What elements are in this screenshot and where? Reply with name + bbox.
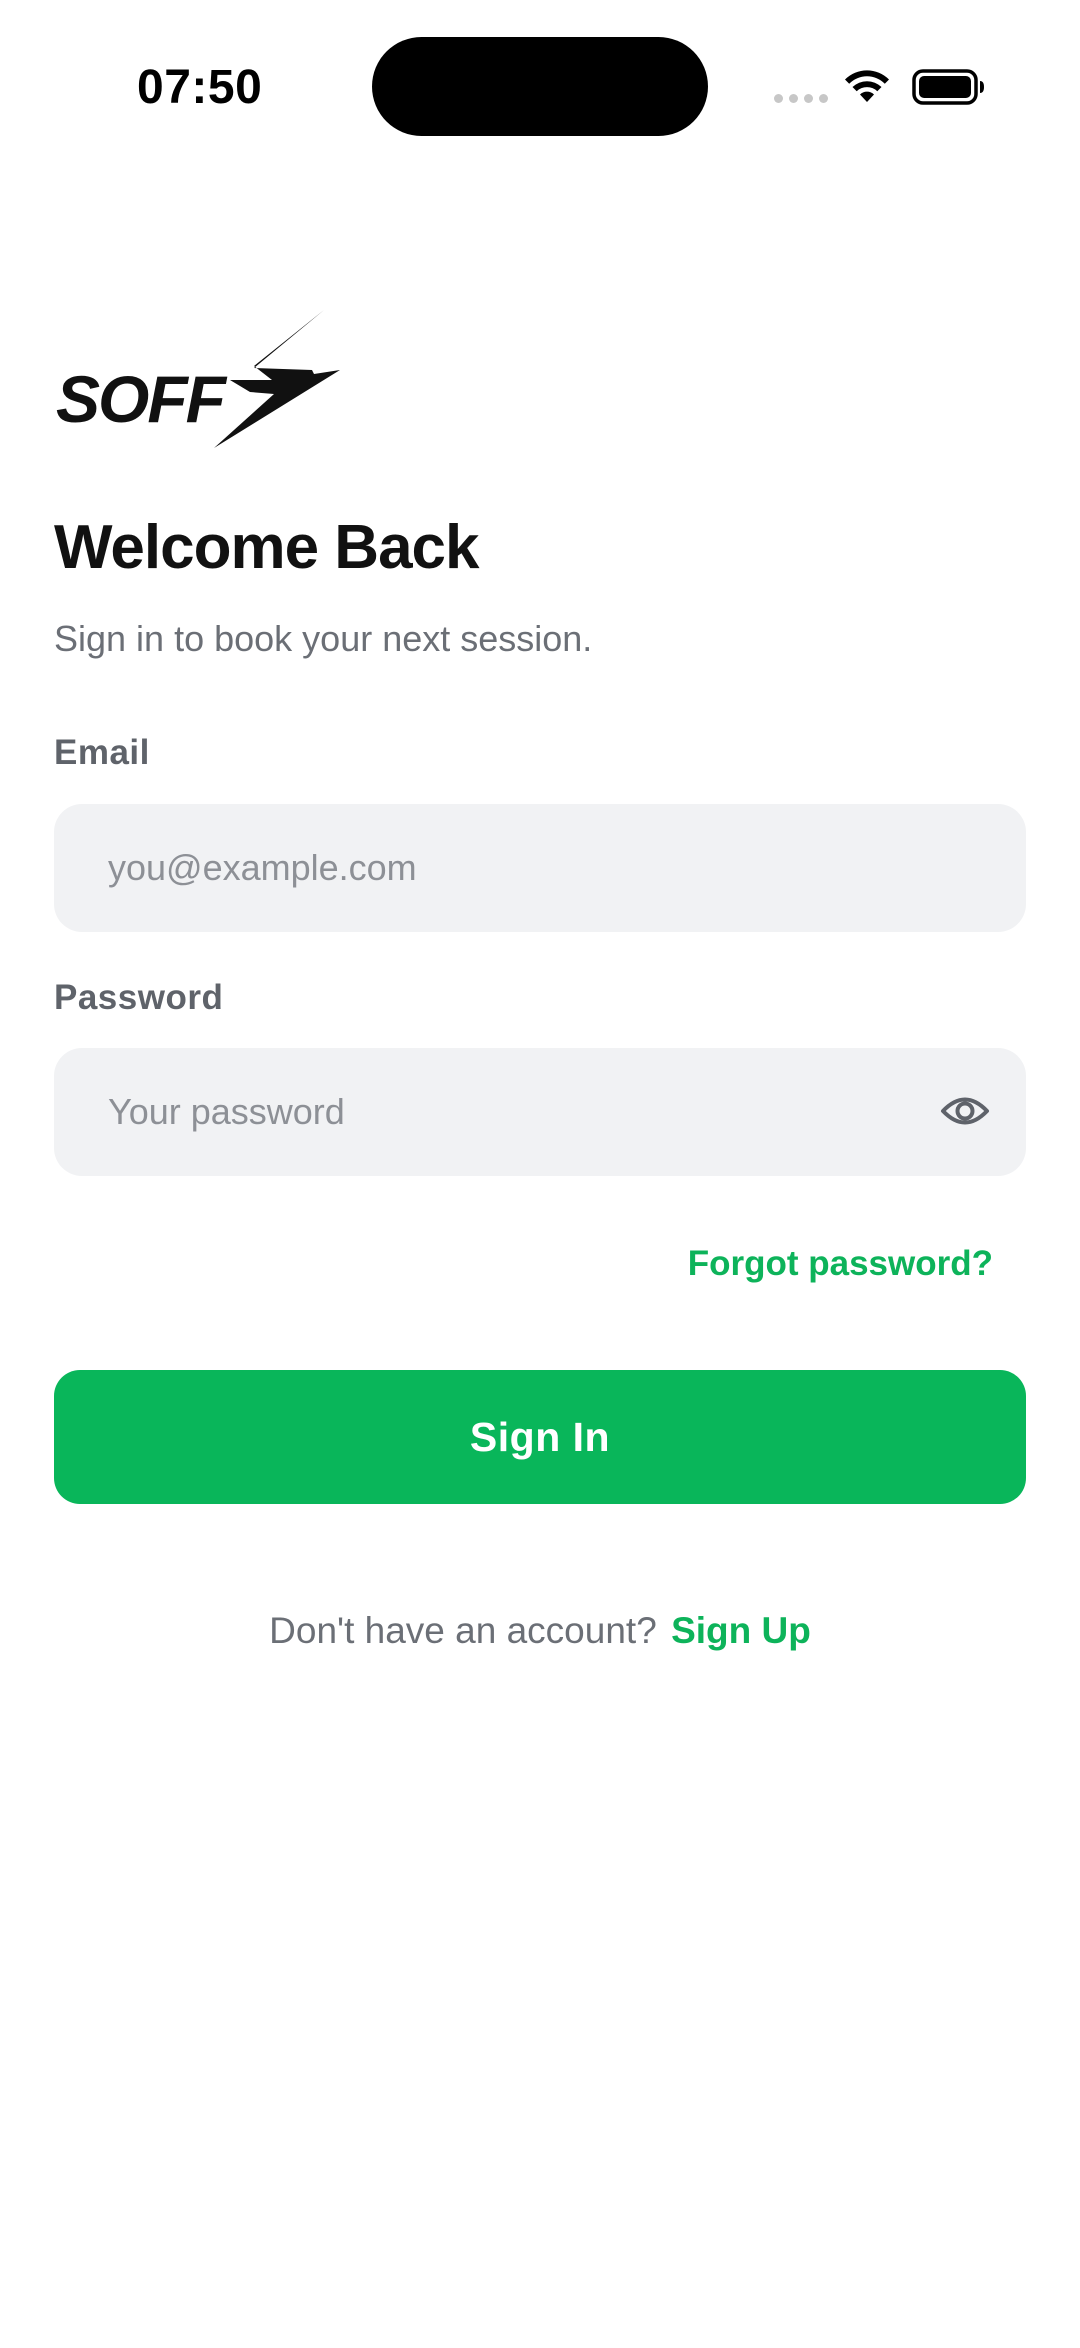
password-field-container[interactable] bbox=[54, 1048, 1026, 1176]
dynamic-island bbox=[372, 37, 708, 136]
password-label: Password bbox=[54, 978, 224, 1017]
eye-icon[interactable] bbox=[940, 1088, 990, 1134]
sign-up-link[interactable]: Sign Up bbox=[671, 1610, 811, 1651]
page-subtitle: Sign in to book your next session. bbox=[54, 618, 593, 659]
forgot-password-link[interactable]: Forgot password? bbox=[688, 1244, 993, 1284]
page-title: Welcome Back bbox=[54, 513, 480, 582]
brand-logo-text: SOFF bbox=[56, 362, 228, 436]
email-label: Email bbox=[54, 733, 150, 772]
status-time: 07:50 bbox=[137, 61, 263, 114]
brand-logo: SOFF bbox=[56, 310, 340, 448]
email-input[interactable] bbox=[108, 804, 928, 932]
battery-icon bbox=[912, 69, 984, 105]
wifi-icon bbox=[845, 70, 889, 102]
signup-row: Don't have an account? Sign Up bbox=[0, 1610, 1080, 1652]
email-field-container[interactable] bbox=[54, 804, 1026, 932]
cellular-signal-icon bbox=[774, 94, 828, 103]
password-input[interactable] bbox=[108, 1048, 928, 1176]
lightning-bolt-icon bbox=[214, 310, 340, 448]
sign-in-button[interactable]: Sign In bbox=[54, 1370, 1026, 1504]
signup-prompt: Don't have an account? bbox=[269, 1610, 657, 1651]
